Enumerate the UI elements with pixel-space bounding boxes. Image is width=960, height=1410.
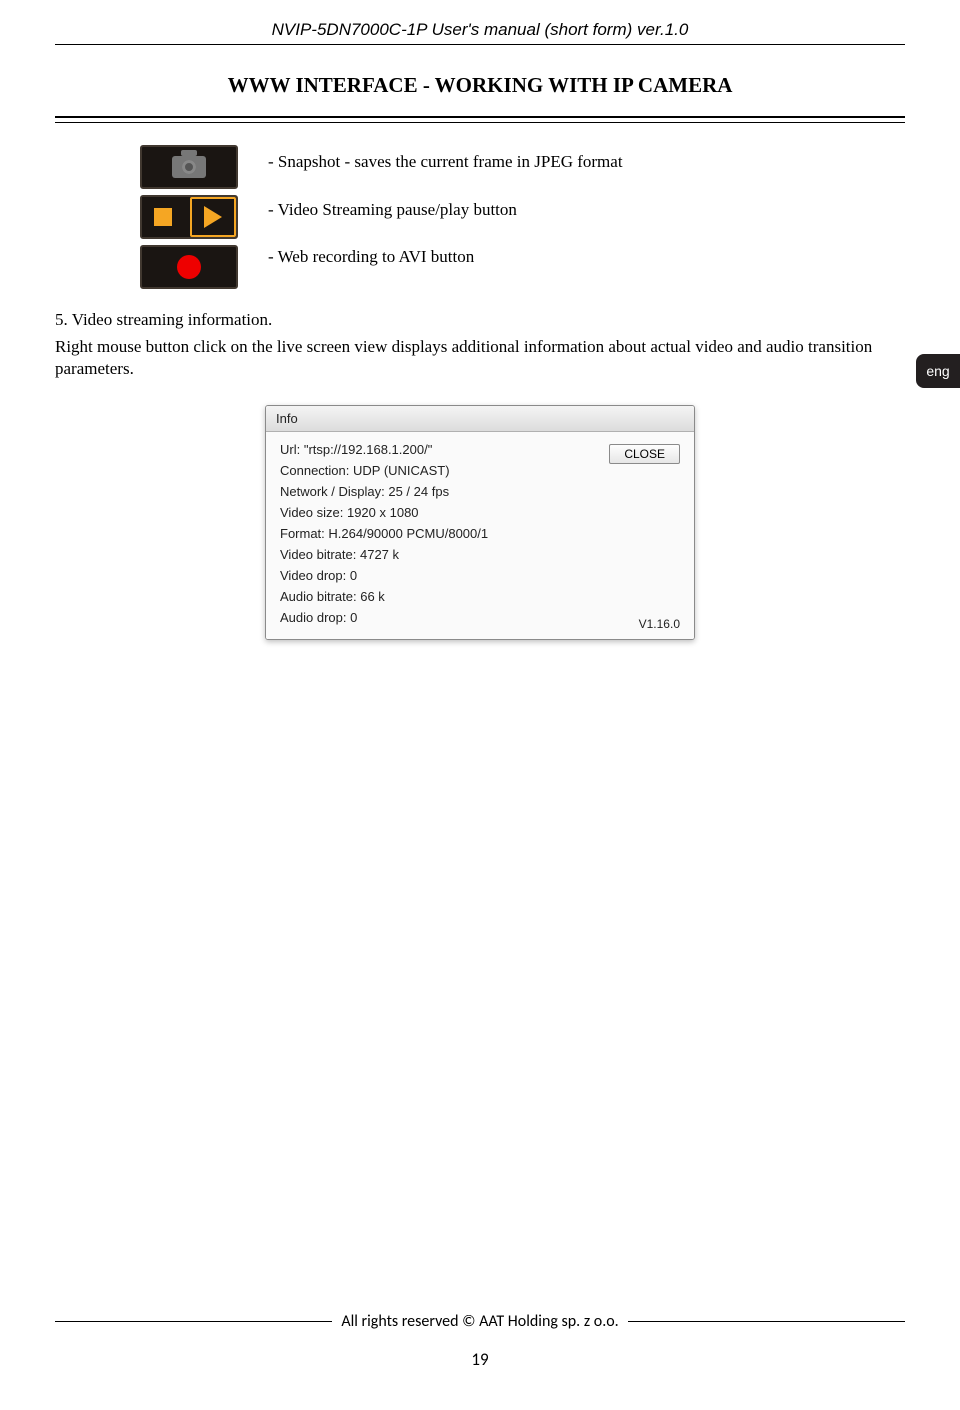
info-connection: Connection: UDP (UNICAST)	[280, 463, 488, 478]
record-button[interactable]	[140, 245, 238, 289]
snapshot-desc: - Snapshot - saves the current frame in …	[268, 149, 623, 175]
stop-icon	[154, 208, 172, 226]
stop-half[interactable]	[142, 197, 184, 237]
section5-heading: 5. Video streaming information.	[55, 310, 905, 330]
footer-rule-right	[628, 1321, 905, 1322]
page-number: 19	[55, 1349, 905, 1370]
section-title: WWW INTERFACE - WORKING WITH IP CAMERA	[55, 73, 905, 98]
footer-rights: All rights reserved © AAT Holding sp. z …	[338, 1312, 621, 1331]
header-rule	[55, 44, 905, 45]
doc-header-title: NVIP-5DN7000C-1P User's manual (short fo…	[55, 20, 905, 40]
language-tab[interactable]: eng	[916, 354, 960, 388]
record-icon	[177, 255, 201, 279]
info-url: Url: "rtsp://192.168.1.200/"	[280, 442, 488, 457]
section-double-rule	[55, 116, 905, 123]
record-desc: - Web recording to AVI button	[268, 244, 623, 270]
info-screenshot: Info Url: "rtsp://192.168.1.200/" Connec…	[265, 405, 695, 640]
info-audio-bitrate: Audio bitrate: 66 k	[280, 589, 488, 604]
snapshot-button[interactable]	[140, 145, 238, 189]
info-version: V1.16.0	[639, 617, 680, 631]
info-network: Network / Display: 25 / 24 fps	[280, 484, 488, 499]
icon-description-block: - Snapshot - saves the current frame in …	[140, 145, 905, 292]
stream-pause-play-button[interactable]	[140, 195, 238, 239]
info-video-drop: Video drop: 0	[280, 568, 488, 583]
close-button[interactable]: CLOSE	[609, 444, 680, 464]
play-half[interactable]	[190, 197, 236, 237]
info-audio-drop: Audio drop: 0	[280, 610, 488, 625]
page-footer: All rights reserved © AAT Holding sp. z …	[55, 1312, 905, 1370]
info-video-size: Video size: 1920 x 1080	[280, 505, 488, 520]
stream-desc: - Video Streaming pause/play button	[268, 197, 623, 223]
camera-icon	[172, 156, 206, 178]
info-window-body: Url: "rtsp://192.168.1.200/" Connection:…	[266, 432, 694, 639]
icon-stack	[140, 145, 238, 292]
info-video-bitrate: Video bitrate: 4727 k	[280, 547, 488, 562]
info-list: Url: "rtsp://192.168.1.200/" Connection:…	[280, 442, 488, 631]
section5-body: Right mouse button click on the live scr…	[55, 336, 905, 382]
info-format: Format: H.264/90000 PCMU/8000/1	[280, 526, 488, 541]
info-window: Info Url: "rtsp://192.168.1.200/" Connec…	[265, 405, 695, 640]
icon-descriptions: - Snapshot - saves the current frame in …	[268, 145, 623, 292]
play-icon	[204, 206, 222, 228]
info-window-title: Info	[266, 406, 694, 432]
info-right-col: CLOSE V1.16.0	[609, 442, 680, 631]
footer-rule-left	[55, 1321, 332, 1322]
